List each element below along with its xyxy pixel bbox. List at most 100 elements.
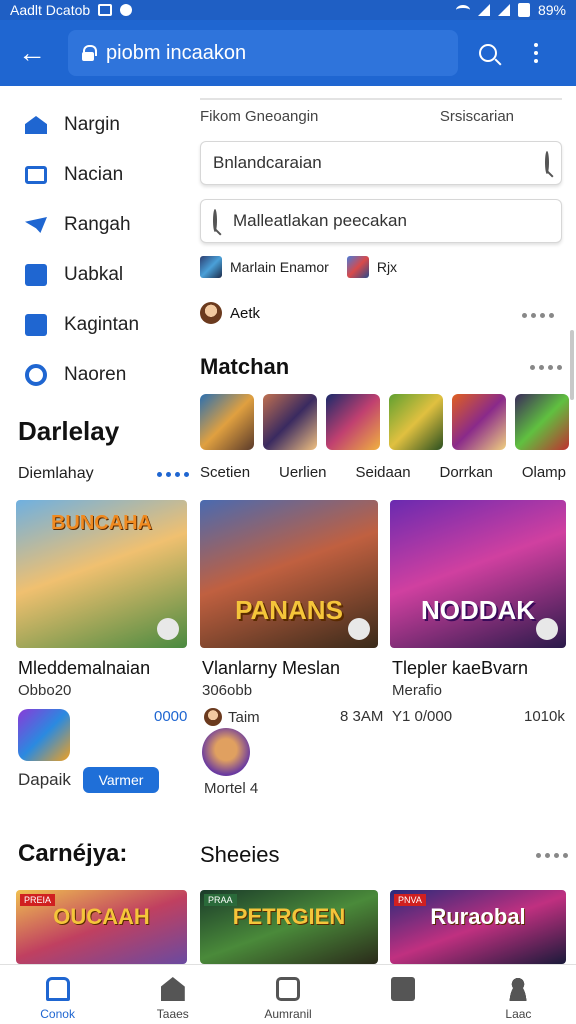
game-card[interactable]: PANANS [200,500,378,648]
card-title: Vlanlarny Meslan [202,658,341,678]
url-text: piobm incaakon [106,41,247,64]
sidebar-item-label: Nacian [64,164,124,185]
sidebar-item-rangah[interactable]: Rangah [24,200,194,250]
search-icon [479,44,497,62]
game-icon[interactable] [515,394,569,450]
meta-price: Y1 0/000 [392,708,453,725]
bottom-nav-activity[interactable]: Aumranil [230,965,345,1024]
more-dots-icon[interactable] [522,313,554,318]
search-icon[interactable] [545,151,549,174]
game-icon[interactable] [326,394,380,450]
game-card[interactable]: NODDAK [390,500,566,648]
more-options-button[interactable] [516,33,556,73]
app-label: Dapaik [18,770,71,789]
signal-icon [477,4,490,16]
clock-icon [276,977,300,1001]
game-thumbnail[interactable] [202,728,250,776]
sidebar-item-nargin[interactable]: Nargin [24,100,194,150]
game-icon[interactable] [200,394,254,450]
status-carrier: Aadlt Dcatob [10,2,91,18]
sidebar-item-label: Nargin [64,114,120,135]
bottom-nav-profile[interactable]: Laac [461,965,576,1024]
home-icon [45,977,70,1001]
avatar [204,708,222,726]
home-icon [24,113,48,137]
bottom-nav-library[interactable] [346,965,461,1024]
game-label: Olamp [521,464,566,481]
text-field-value: Bnlandcaraian [213,153,322,172]
round-thumb-label: Mortel 4 [204,780,259,797]
sidebar-item-label: Uabkal [64,264,124,285]
card-subtitle: Merafio [392,682,443,699]
search-button[interactable] [468,33,508,73]
image-icon [24,313,48,337]
user-icon [506,977,531,1001]
game-label: Uerlien [279,464,327,481]
back-arrow-icon[interactable]: ← [12,33,52,73]
game-label: Scetien [200,464,251,481]
meta-taim-label: Taim [228,708,260,726]
more-dots-icon[interactable] [157,472,189,477]
sidebar-nav: Nargin Nacian Rangah Uabkal Kagintan Nao… [24,100,194,400]
lock-icon [82,45,97,61]
plane-icon [24,263,48,287]
chip-row: Marlain Enamor Rjx [200,256,397,278]
game-card[interactable]: PNVA Ruraobal [390,890,566,964]
badge-icon [536,618,558,640]
briefcase-icon [24,163,48,187]
meta-time: 8 3AM [340,708,384,725]
game-icon[interactable] [452,394,506,450]
book-icon [391,977,416,1001]
search-input[interactable]: Malleatlakan peecakan [200,199,562,243]
settings-icon [24,363,48,387]
sidebar-item-nacian[interactable]: Nacian [24,150,194,200]
more-dots-icon[interactable] [536,853,568,858]
game-label: Dorrkan [439,464,493,481]
section-title-carnejya: Carnéjya: [18,840,128,867]
game-card[interactable]: PRAA PETRGIEN [200,890,378,964]
sidebar-item-uabkal[interactable]: Uabkal [24,250,194,300]
card-subtitle: Obbo20 [18,682,72,699]
game-icon[interactable] [263,394,317,450]
scrollbar[interactable] [570,330,574,400]
url-bar[interactable]: piobm incaakon [68,30,458,76]
sidebar-item-kagintan[interactable]: Kagintan [24,300,194,350]
bottom-nav-label: Aumranil [264,1007,312,1021]
search-icon [213,209,217,232]
card-art-title: Ruraobal [430,904,526,929]
shield-icon [120,4,133,16]
chip-label: Marlain Enamor [230,259,329,275]
chip[interactable]: Rjx [346,256,397,278]
battery-icon [517,3,530,17]
sidebar-item-label: Kagintan [64,314,140,335]
game-icon[interactable] [389,394,443,450]
filter-row: Fikom Gneoangin Srsiscarian [200,108,562,125]
chip[interactable]: Marlain Enamor [200,256,329,278]
section-subtitle: Diemlahay [18,465,94,482]
section-title-sheeies: Sheeies [200,842,280,867]
game-labels: Scetien Uerlien Seidaan Dorrkan Olamp [200,464,566,481]
filter-left[interactable]: Fikom Gneoangin [200,108,318,125]
game-card[interactable]: BUNCAHA [16,500,187,648]
kebab-menu-icon [534,43,538,63]
text-field[interactable]: Bnlandcaraian [200,141,562,185]
avatar [200,302,222,324]
card-art-title: OUCAAH [53,904,150,929]
signal-icon [497,4,510,16]
card-art-title: PETRGIEN [232,904,346,929]
wifi-icon [455,5,470,15]
bottom-nav-store[interactable]: Taaes [115,965,230,1024]
sidebar-item-naoren[interactable]: Naoren [24,350,194,400]
bottom-nav-label: Laac [505,1007,532,1021]
search-placeholder: Malleatlakan peecakan [233,211,407,230]
user-row[interactable]: Aetk [200,302,260,324]
install-button[interactable]: Varmer [83,767,159,793]
more-dots-icon[interactable] [530,365,562,370]
app-icon[interactable] [18,709,70,761]
bottom-nav-home[interactable]: Conok [0,965,115,1024]
notification-icon [98,4,113,16]
sidebar-item-label: Naoren [64,364,127,385]
game-card[interactable]: PREIA OUCAAH [16,890,187,964]
card-art-title: BUNCAHA [50,512,153,534]
filter-right[interactable]: Srsiscarian [440,108,514,125]
